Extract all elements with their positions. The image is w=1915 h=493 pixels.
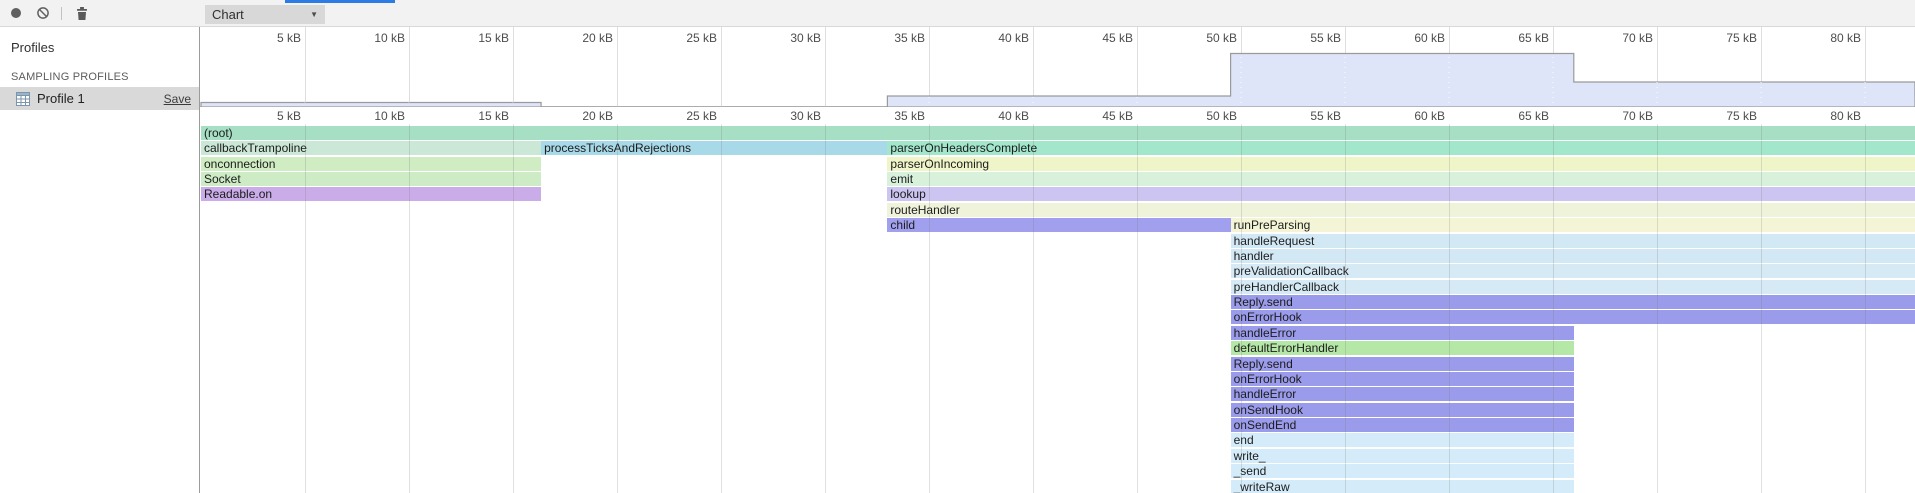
flame-bar[interactable]: handleRequest xyxy=(1231,234,1915,248)
ruler-tick-label: 45 kB xyxy=(1073,108,1133,124)
tab-accent-indicator xyxy=(285,0,395,3)
flame-grid-line xyxy=(1865,124,1866,493)
toolbar: Chart ▼ xyxy=(0,0,1915,27)
flame-bar[interactable]: child xyxy=(887,218,1230,232)
trash-icon xyxy=(75,6,89,21)
memory-overview-area[interactable] xyxy=(200,27,1915,107)
flame-bar[interactable]: onErrorHook xyxy=(1231,372,1574,386)
profiles-sidebar: Profiles SAMPLING PROFILES Profile 1 Sav… xyxy=(0,27,200,493)
flame-bar[interactable]: onconnection xyxy=(201,157,541,171)
flame-chart-panel: 5 kB 10 kB 15 kB 20 kB 25 kB 30 kB 35 kB 40 kB 4… xyxy=(200,27,1915,493)
flame-bar[interactable]: onSendEnd xyxy=(1231,418,1574,432)
flame-grid-line xyxy=(409,124,410,493)
save-profile-link[interactable]: Save xyxy=(164,92,191,106)
flame-bar[interactable]: Readable.on xyxy=(201,187,541,201)
profiler-app: Chart ▼ Profiles SAMPLING PROFILES Profi… xyxy=(0,0,1915,493)
flame-bar[interactable]: preHandlerCallback xyxy=(1231,280,1915,294)
ruler-tick-label: 55 kB xyxy=(1281,108,1341,124)
record-button[interactable] xyxy=(7,4,25,22)
flame-grid-line xyxy=(929,124,930,493)
flame-grid-line xyxy=(1033,124,1034,493)
toolbar-separator xyxy=(61,7,62,20)
ruler-tick-label: 75 kB xyxy=(1697,108,1757,124)
flame-grid-line xyxy=(1449,124,1450,493)
profile-grid-icon xyxy=(16,92,30,106)
flame-bar[interactable]: Reply.send xyxy=(1231,295,1915,309)
flame-grid-line xyxy=(1761,124,1762,493)
flame-bar[interactable]: callbackTrampoline xyxy=(201,141,541,155)
ruler-tick-label: 70 kB xyxy=(1593,108,1653,124)
flame-bar[interactable]: onSendHook xyxy=(1231,403,1574,417)
flame-bar[interactable]: write_ xyxy=(1231,449,1574,463)
clear-button[interactable] xyxy=(34,4,52,22)
flame-chart: (root)callbackTrampolineprocessTicksAndR… xyxy=(200,124,1915,493)
flame-grid-line xyxy=(1345,124,1346,493)
ruler-tick-label: 25 kB xyxy=(657,108,717,124)
flame-grid-line xyxy=(1137,124,1138,493)
ruler-tick-label: 10 kB xyxy=(345,108,405,124)
flame-grid-line xyxy=(617,124,618,493)
flame-bar[interactable]: preValidationCallback xyxy=(1231,264,1915,278)
block-circle-icon xyxy=(36,6,50,20)
flame-grid-line xyxy=(1553,124,1554,493)
flame-bar[interactable]: Socket xyxy=(201,172,541,186)
ruler-tick-label: 35 kB xyxy=(865,108,925,124)
ruler-tick-label: 30 kB xyxy=(761,108,821,124)
flame-bar[interactable]: handleError xyxy=(1231,326,1574,340)
ruler-tick-label: 65 kB xyxy=(1489,108,1549,124)
flame-bar[interactable]: handleError xyxy=(1231,387,1574,401)
flame-bar[interactable]: _send xyxy=(1231,464,1574,478)
ruler-tick-label: 15 kB xyxy=(449,108,509,124)
flame-bar[interactable]: end xyxy=(1231,433,1574,447)
view-mode-label: Chart xyxy=(212,7,310,22)
sampling-profiles-section-label: SAMPLING PROFILES xyxy=(11,71,129,83)
ruler-tick-label: 80 kB xyxy=(1801,108,1861,124)
sidebar-title: Profiles xyxy=(11,40,54,55)
flame-bar[interactable]: Reply.send xyxy=(1231,357,1574,371)
flame-grid-line xyxy=(305,124,306,493)
flame-grid-line xyxy=(513,124,514,493)
flame-grid-line xyxy=(1657,124,1658,493)
flame-bar[interactable]: _writeRaw xyxy=(1231,480,1574,493)
view-mode-select[interactable]: Chart ▼ xyxy=(205,5,325,24)
flame-grid-line xyxy=(721,124,722,493)
memory-overview-pane[interactable]: 5 kB10 kB15 kB20 kB25 kB30 kB35 kB40 kB4… xyxy=(200,27,1915,107)
flame-bar[interactable]: runPreParsing xyxy=(1231,218,1915,232)
ruler-tick-label: 60 kB xyxy=(1385,108,1445,124)
profile-name: Profile 1 xyxy=(37,91,164,106)
flame-bar[interactable]: handler xyxy=(1231,249,1915,263)
flame-grid-line xyxy=(1241,124,1242,493)
ruler-tick-label: 5 kB xyxy=(241,108,301,124)
flame-chart-ruler: 5 kB 10 kB 15 kB 20 kB 25 kB 30 kB 35 kB 40 kB 4… xyxy=(200,108,1915,124)
flame-grid-line xyxy=(825,124,826,493)
ruler-tick-label: 20 kB xyxy=(553,108,613,124)
record-icon xyxy=(9,6,23,20)
ruler-tick-label: 40 kB xyxy=(969,108,1029,124)
sidebar-item-profile-1[interactable]: Profile 1 Save xyxy=(0,87,199,110)
flame-bar[interactable]: onErrorHook xyxy=(1231,310,1915,324)
flame-bar[interactable]: defaultErrorHandler xyxy=(1231,341,1574,355)
ruler-tick-label: 50 kB xyxy=(1177,108,1237,124)
flame-bar[interactable]: processTicksAndRejections xyxy=(541,141,887,155)
delete-profile-button[interactable] xyxy=(73,4,91,22)
chevron-down-icon: ▼ xyxy=(310,10,318,19)
